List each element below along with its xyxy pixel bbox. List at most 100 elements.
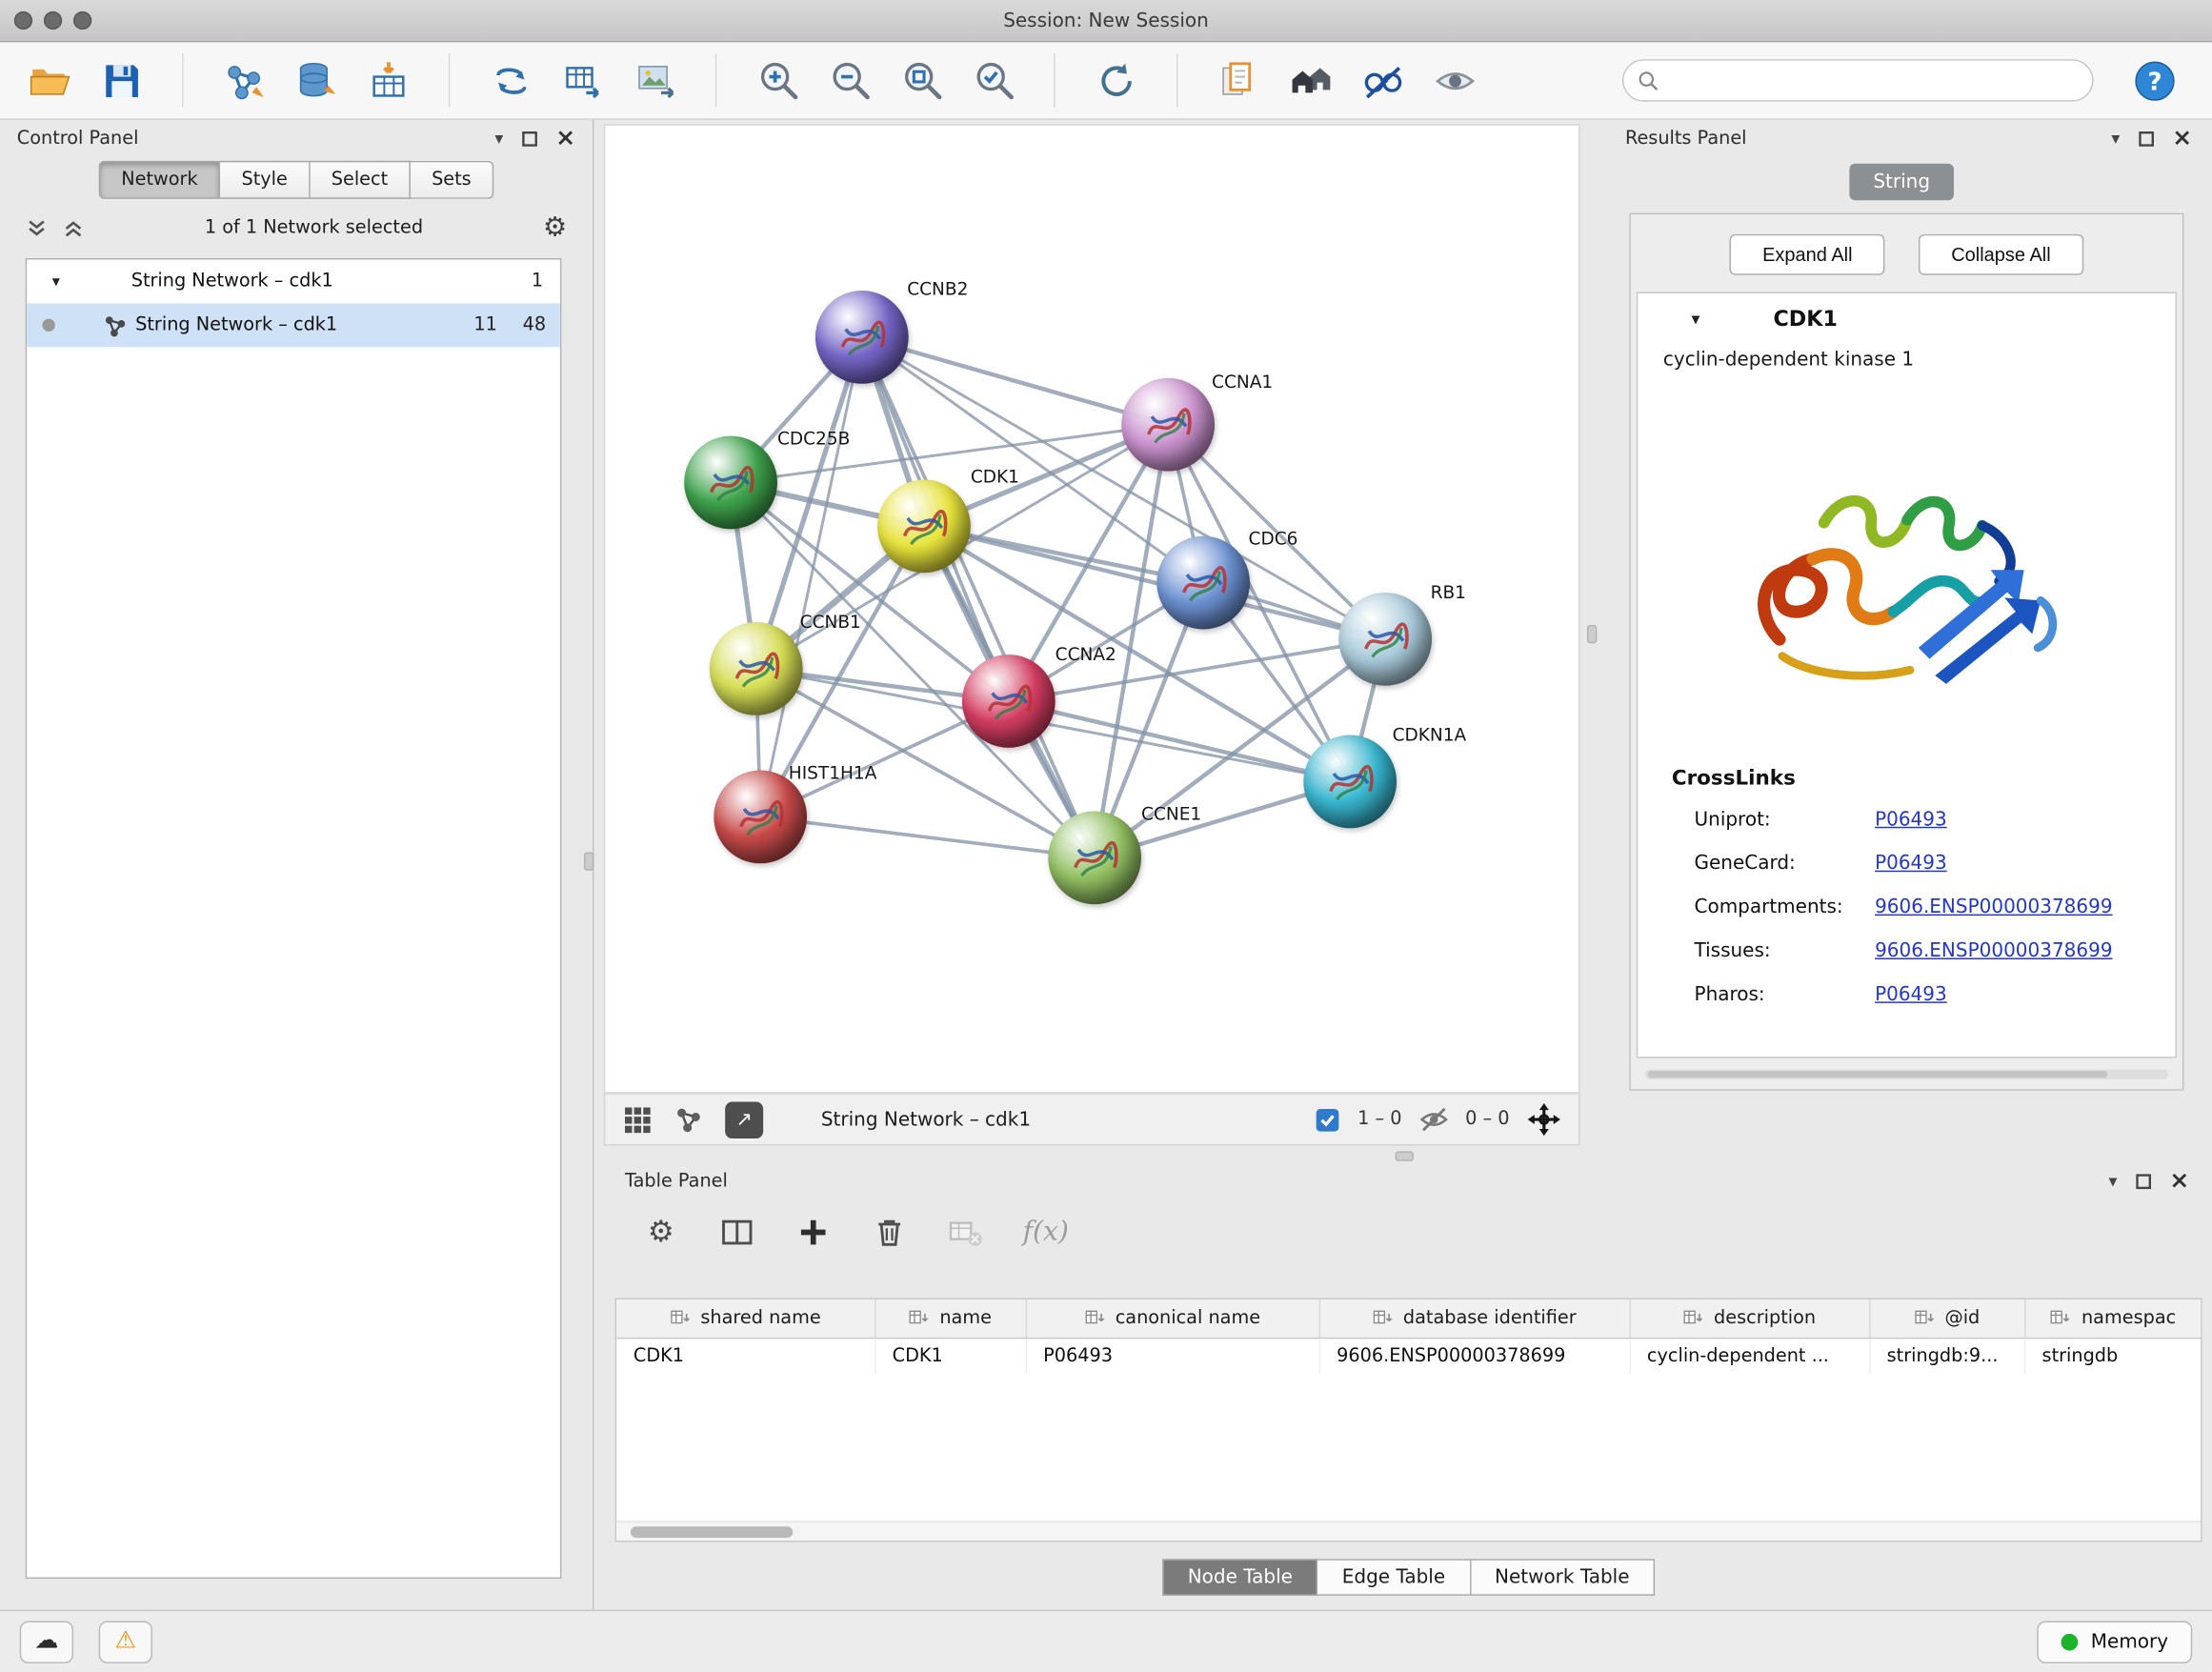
network-node-cdc25b[interactable] — [684, 436, 777, 530]
export-table-icon[interactable] — [555, 53, 609, 107]
scrollbar-thumb[interactable] — [631, 1526, 793, 1538]
network-node-cdc6[interactable] — [1156, 536, 1250, 630]
float-panel-icon[interactable] — [2136, 1173, 2151, 1188]
zoom-selected-icon[interactable] — [966, 53, 1019, 107]
eye-icon[interactable] — [1428, 53, 1481, 107]
show-columns-icon[interactable] — [718, 1213, 756, 1251]
network-row[interactable]: String Network – cdk1 11 48 — [27, 303, 560, 347]
table-horizontal-scrollbar[interactable] — [616, 1521, 2201, 1541]
gear-icon[interactable]: ⚙ — [543, 214, 567, 241]
tab-node-table[interactable]: Node Table — [1162, 1559, 1318, 1596]
zoom-in-icon[interactable] — [751, 53, 804, 107]
minimize-window-button[interactable] — [44, 11, 62, 30]
warnings-button[interactable]: ⚠ — [99, 1621, 152, 1662]
tab-sets[interactable]: Sets — [411, 161, 494, 199]
expand-all-tree-icon[interactable] — [26, 216, 49, 239]
import-table-icon[interactable] — [361, 53, 414, 107]
network-edge[interactable] — [862, 337, 1168, 425]
table-cell[interactable]: CDK1 — [616, 1338, 875, 1375]
column-header-canonical-name[interactable]: canonical name — [1026, 1299, 1319, 1338]
tab-edge-table[interactable]: Edge Table — [1318, 1559, 1471, 1596]
panel-menu-caret-icon[interactable]: ▾ — [494, 130, 503, 147]
float-panel-icon[interactable] — [522, 131, 537, 146]
network-node-ccna1[interactable] — [1121, 378, 1215, 472]
network-share-icon[interactable] — [674, 1105, 704, 1135]
column-header-database-identifier[interactable]: database identifier — [1319, 1299, 1630, 1338]
tree-expand-icon[interactable]: ▾ — [52, 272, 72, 291]
create-column-plus-icon[interactable] — [794, 1213, 833, 1251]
scrollbar-thumb[interactable] — [1648, 1071, 2108, 1078]
network-node-ccne1[interactable] — [1048, 811, 1141, 904]
table-cell[interactable]: stringdb:9... — [1869, 1338, 2024, 1375]
close-panel-icon[interactable]: × — [555, 127, 575, 151]
selected-checkbox-icon[interactable] — [1316, 1107, 1341, 1133]
splitter-handle[interactable] — [584, 852, 593, 870]
network-canvas[interactable]: CCNB2CCNA1CDC25BCDK1CDC6RB1CCNB1CCNA2CDK… — [604, 124, 1580, 1093]
table-row[interactable]: CDK1CDK1P064939606.ENSP00000378699cyclin… — [616, 1338, 2202, 1375]
column-header--id[interactable]: @id — [1869, 1299, 2024, 1338]
memory-button[interactable]: Memory — [2038, 1621, 2193, 1662]
help-icon[interactable]: ? — [2127, 53, 2181, 107]
expand-all-button[interactable]: Expand All — [1730, 234, 1885, 275]
tab-network[interactable]: Network — [99, 161, 221, 199]
crosshair-move-icon[interactable] — [1526, 1102, 1561, 1138]
cloud-button[interactable]: ☁ — [20, 1621, 73, 1662]
tab-string[interactable]: String — [1849, 164, 1954, 201]
document-copy-icon[interactable] — [1212, 53, 1265, 107]
search-input[interactable] — [1669, 70, 2078, 91]
hide-glasses-icon[interactable] — [1356, 53, 1409, 107]
crosslink-link[interactable]: 9606.ENSP00000378699 — [1875, 886, 2112, 930]
table-cell[interactable]: P06493 — [1026, 1338, 1319, 1375]
tab-network-table[interactable]: Network Table — [1471, 1559, 1655, 1596]
network-node-hist1h1a[interactable] — [714, 771, 807, 864]
panel-menu-caret-icon[interactable]: ▾ — [2111, 130, 2120, 147]
close-panel-icon[interactable]: × — [2172, 127, 2192, 151]
column-header-description[interactable]: description — [1629, 1299, 1869, 1338]
delete-table-icon[interactable] — [947, 1213, 985, 1251]
column-header-namespac[interactable]: namespac — [2024, 1299, 2202, 1338]
function-builder-icon[interactable]: f(x) — [1023, 1217, 1069, 1248]
network-edge[interactable] — [924, 526, 1385, 638]
splitter-handle[interactable] — [1396, 1151, 1414, 1160]
column-header-name[interactable]: name — [875, 1299, 1025, 1338]
collapse-all-button[interactable]: Collapse All — [1919, 234, 2083, 275]
section-expand-icon[interactable]: ▾ — [1692, 309, 1700, 329]
network-collection-row[interactable]: ▾ String Network – cdk1 1 — [27, 259, 560, 303]
table-cell[interactable]: 9606.ENSP00000378699 — [1319, 1338, 1630, 1375]
zoom-out-icon[interactable] — [822, 53, 875, 107]
table-cell[interactable]: cyclin-dependent ... — [1629, 1338, 1869, 1375]
network-edge[interactable] — [862, 337, 1095, 857]
collapse-all-tree-icon[interactable] — [62, 216, 85, 239]
open-in-new-window-button[interactable]: ↗ — [725, 1101, 763, 1138]
network-node-cdk1[interactable] — [877, 479, 971, 573]
birds-eye-view-icon[interactable] — [622, 1104, 654, 1136]
crosslink-link[interactable]: P06493 — [1875, 798, 1947, 842]
tab-select[interactable]: Select — [311, 161, 411, 199]
export-image-icon[interactable] — [628, 53, 681, 107]
import-network-file-icon[interactable] — [217, 53, 271, 107]
crosslink-link[interactable]: P06493 — [1875, 974, 1947, 1017]
delete-column-trash-icon[interactable] — [871, 1213, 909, 1251]
float-panel-icon[interactable] — [2139, 131, 2154, 146]
table-settings-gear-icon[interactable]: ⚙ — [642, 1213, 680, 1251]
tab-style[interactable]: Style — [220, 161, 310, 199]
crosslink-link[interactable]: 9606.ENSP00000378699 — [1875, 930, 2112, 974]
table-cell[interactable]: CDK1 — [875, 1338, 1025, 1375]
import-network-database-icon[interactable] — [290, 53, 343, 107]
network-node-rb1[interactable] — [1338, 593, 1432, 686]
table-cell[interactable]: stringdb — [2024, 1338, 2202, 1375]
network-node-ccnb1[interactable] — [710, 622, 803, 715]
close-window-button[interactable] — [14, 11, 32, 30]
panel-menu-caret-icon[interactable]: ▾ — [2108, 1173, 2117, 1190]
network-node-cdkn1a[interactable] — [1303, 735, 1397, 829]
results-horizontal-scrollbar[interactable] — [1645, 1069, 2168, 1078]
hidden-eye-slash-icon[interactable] — [1418, 1105, 1448, 1135]
save-session-icon[interactable] — [94, 53, 148, 107]
zoom-window-button[interactable] — [73, 11, 91, 30]
network-node-ccnb2[interactable] — [815, 291, 909, 384]
zoom-fit-icon[interactable] — [895, 53, 948, 107]
close-panel-icon[interactable]: × — [2169, 1169, 2189, 1193]
search-field[interactable] — [1622, 59, 2094, 101]
column-header-shared-name[interactable]: shared name — [616, 1299, 875, 1338]
network-edge[interactable] — [760, 337, 862, 816]
